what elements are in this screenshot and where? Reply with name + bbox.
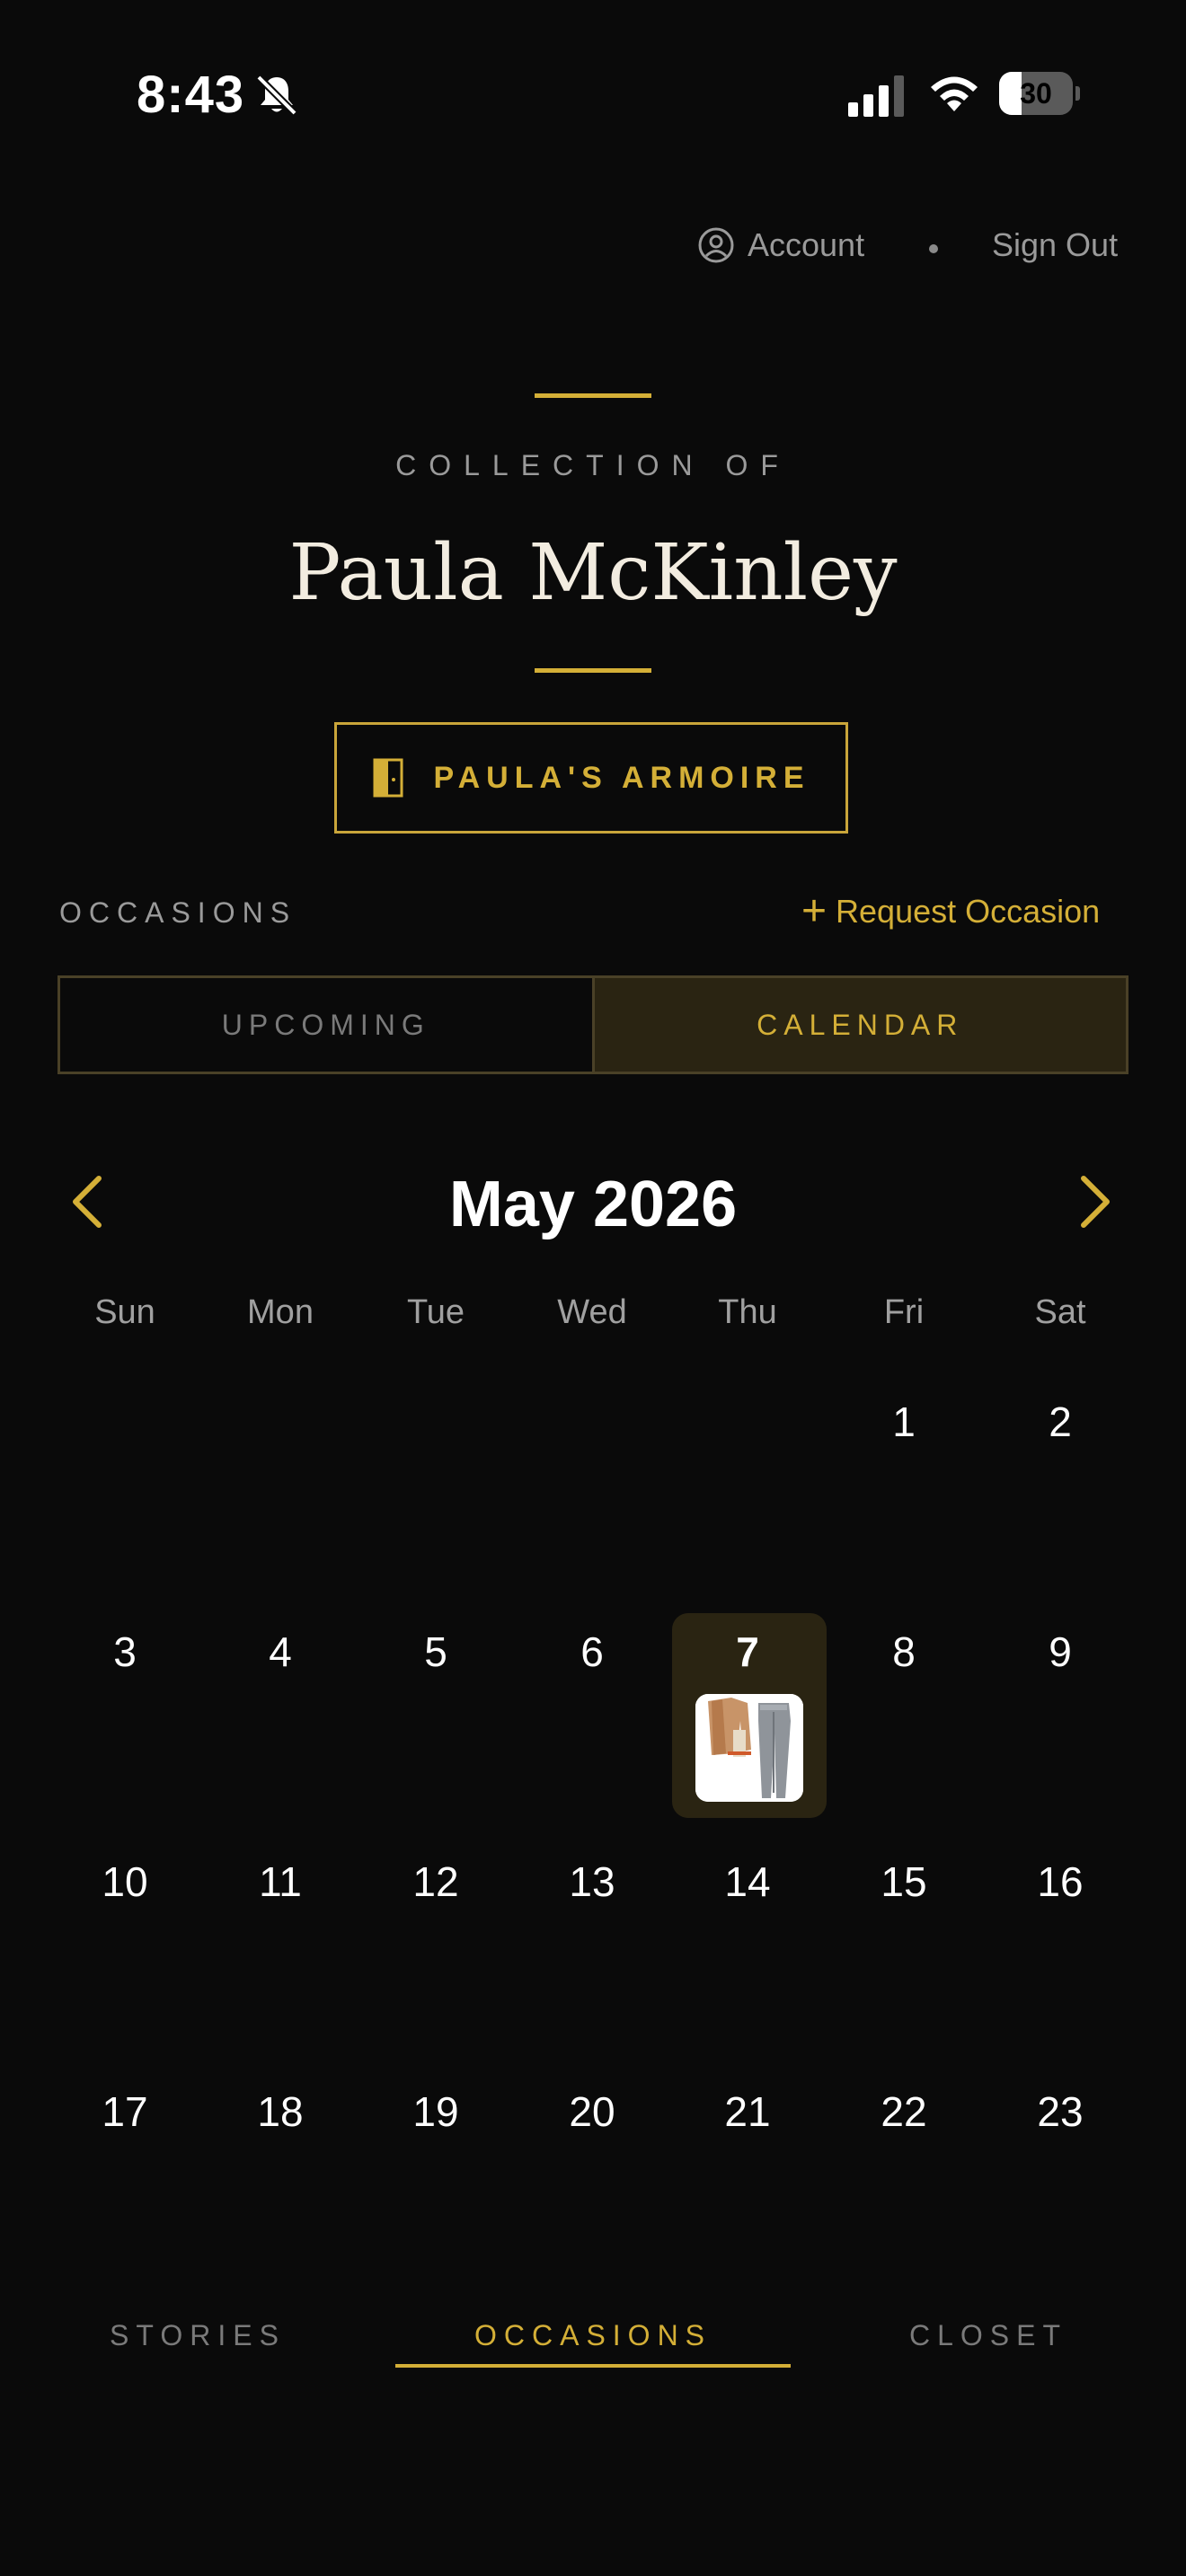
account-link[interactable]: Account: [697, 226, 864, 264]
battery-level: 30: [1020, 77, 1052, 110]
day-cell[interactable]: 1: [850, 1398, 958, 1446]
weekday-fri: Fri: [883, 1293, 925, 1331]
nav-closet[interactable]: CLOSET: [791, 2319, 1186, 2352]
tab-upcoming[interactable]: UPCOMING: [60, 978, 595, 1072]
day-cell[interactable]: 8: [850, 1628, 958, 1676]
day-cell[interactable]: 10: [71, 1857, 179, 1906]
day-cell[interactable]: 16: [1006, 1857, 1114, 1906]
day-cell[interactable]: 18: [226, 2087, 334, 2136]
owner-name: Paula McKinley: [288, 528, 898, 618]
request-occasion-button[interactable]: + Request Occasion: [801, 887, 1101, 935]
day-cell[interactable]: 22: [850, 2087, 958, 2136]
day-cell[interactable]: 15: [850, 1857, 958, 1906]
month-title: May 2026: [448, 1169, 738, 1240]
nav-stories[interactable]: STORIES: [0, 2319, 395, 2352]
request-occasion-label: Request Occasion: [836, 893, 1101, 930]
plus-icon: +: [801, 887, 828, 935]
door-icon: [373, 758, 403, 798]
armoire-button-label: PAULA'S ARMOIRE: [433, 760, 810, 795]
day-cell[interactable]: 23: [1006, 2087, 1114, 2136]
weekday-thu: Thu: [718, 1293, 777, 1331]
user-circle-icon: [698, 227, 734, 263]
collection-eyebrow: COLLECTION OF: [395, 449, 791, 481]
day-cell[interactable]: 6: [538, 1628, 646, 1676]
weekday-sat: Sat: [1034, 1293, 1086, 1331]
day-cell[interactable]: 2: [1006, 1398, 1114, 1446]
occasions-segmented-control: UPCOMING CALENDAR: [58, 975, 1128, 1074]
status-time: 8:43: [137, 66, 245, 124]
weekday-wed: Wed: [557, 1293, 627, 1331]
day-cell[interactable]: 3: [71, 1628, 179, 1676]
next-month-chevron-icon[interactable]: [1078, 1173, 1114, 1231]
day-cell[interactable]: 12: [382, 1857, 490, 1906]
separator-dot: [929, 244, 938, 253]
sign-out-link[interactable]: Sign Out: [992, 226, 1118, 264]
day-cell[interactable]: 13: [538, 1857, 646, 1906]
nav-occasions[interactable]: OCCASIONS: [395, 2319, 791, 2352]
day-cell[interactable]: 4: [226, 1628, 334, 1676]
day-cell[interactable]: 9: [1006, 1628, 1114, 1676]
bell-slash-icon: [256, 75, 297, 116]
weekday-mon: Mon: [247, 1293, 314, 1331]
nav-active-indicator: [395, 2364, 791, 2368]
day-cell[interactable]: 20: [538, 2087, 646, 2136]
account-label: Account: [748, 226, 865, 263]
day-cell[interactable]: 11: [226, 1857, 334, 1906]
cellular-signal-icon: [848, 75, 904, 117]
day-cell[interactable]: 14: [694, 1857, 801, 1906]
weekday-sun: Sun: [94, 1293, 155, 1331]
day-cell[interactable]: 21: [694, 2087, 801, 2136]
armoire-button[interactable]: PAULA'S ARMOIRE: [334, 722, 848, 834]
tab-calendar[interactable]: CALENDAR: [594, 978, 1126, 1072]
weekday-tue: Tue: [406, 1293, 465, 1331]
bottom-gold-rule: [535, 668, 651, 673]
wifi-icon: [931, 76, 978, 111]
day-cell-selected[interactable]: 7: [694, 1628, 801, 1676]
top-gold-rule: [535, 393, 651, 398]
day-cell[interactable]: 17: [71, 2087, 179, 2136]
day-cell[interactable]: 5: [382, 1628, 490, 1676]
battery-icon: 30: [999, 72, 1080, 115]
occasions-section-label: OCCASIONS: [59, 896, 297, 929]
outfit-thumbnail[interactable]: [695, 1694, 803, 1802]
day-cell[interactable]: 19: [382, 2087, 490, 2136]
